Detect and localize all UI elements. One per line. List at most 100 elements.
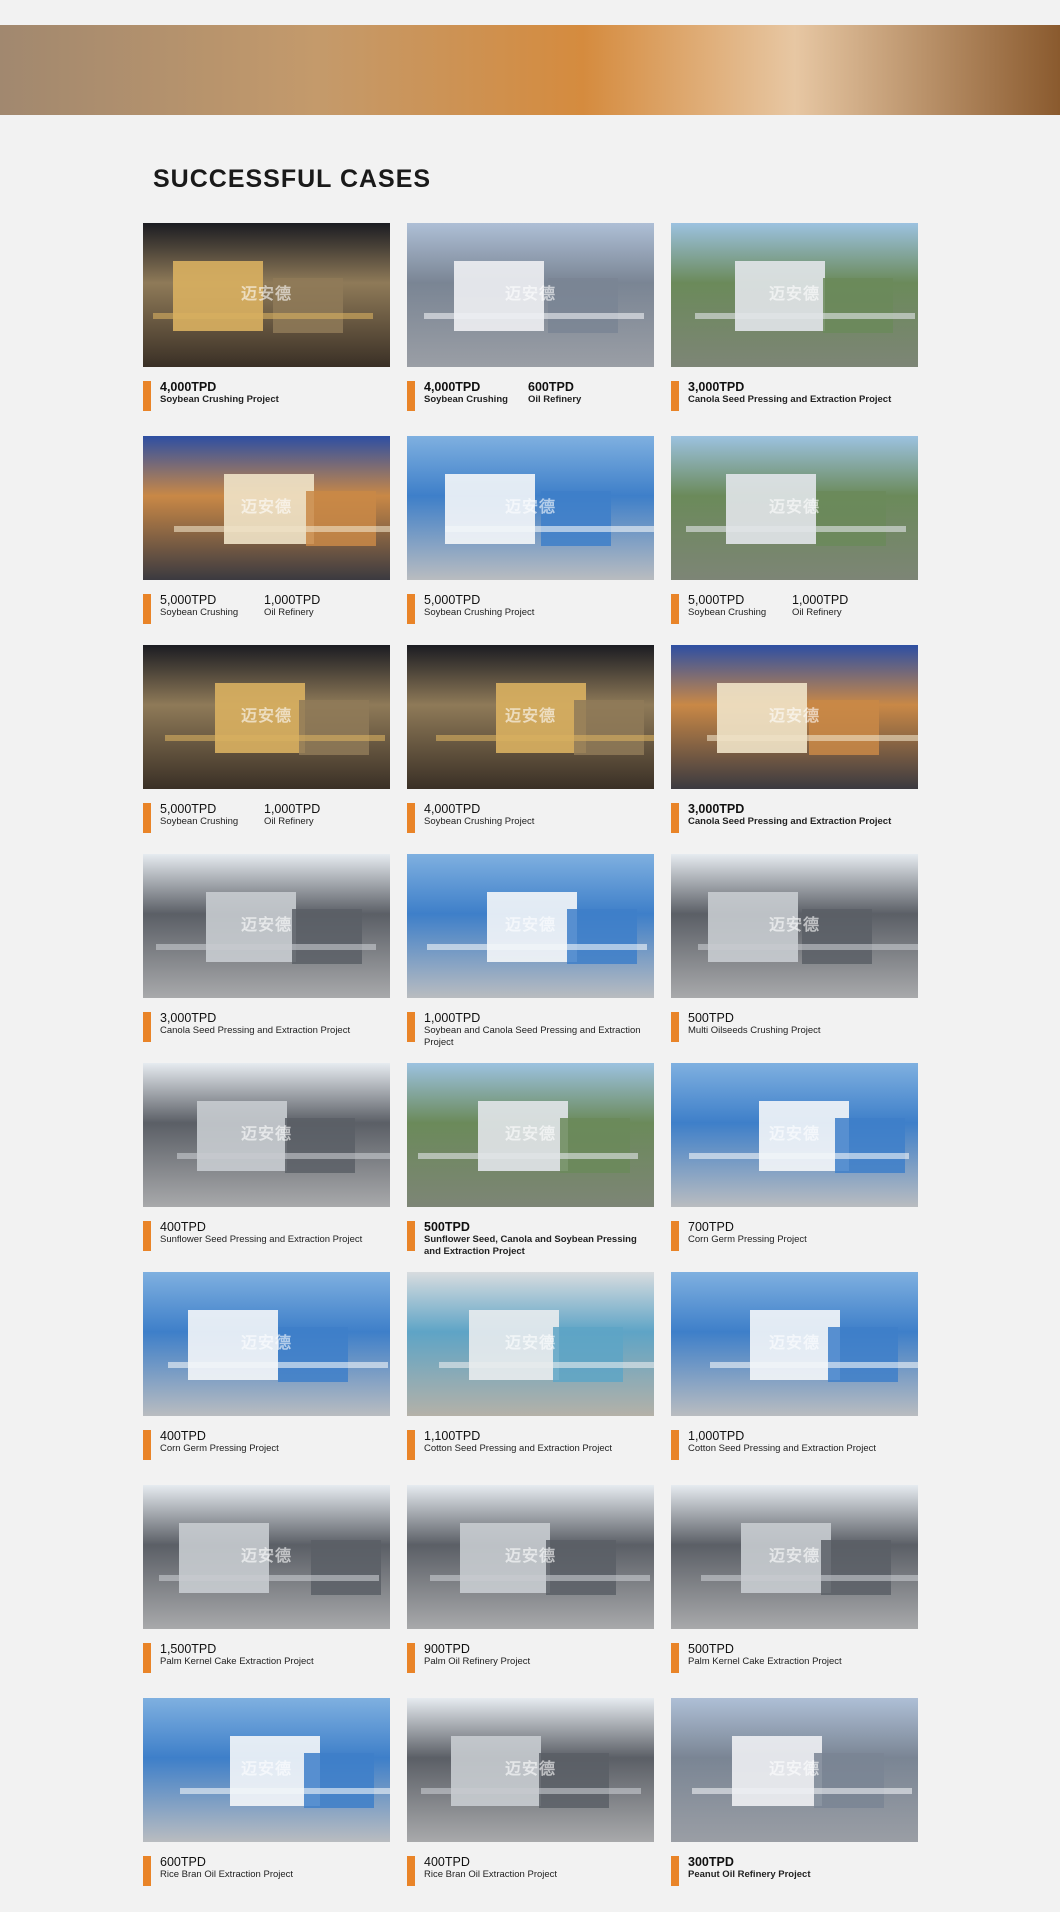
case-capacity: 600TPD	[528, 380, 574, 394]
case-project-name: Multi Oilseeds Crushing Project	[688, 1025, 821, 1036]
case-card[interactable]: 迈安德 4,000TPD Soybean Crushing 600TPD Oil Ref…	[407, 223, 654, 414]
photo-building	[828, 1327, 898, 1382]
case-photo[interactable]: 迈安德	[143, 1272, 390, 1416]
case-card[interactable]: 迈安德 500TPD Sunflower Seed, Canola and Soyb…	[407, 1063, 654, 1257]
case-card[interactable]: 迈安德 1,500TPD Palm Kernel Cake Extraction P…	[143, 1485, 390, 1676]
case-card[interactable]: 迈安德 1,000TPD Cotton Seed Pressing and Extr…	[671, 1272, 918, 1463]
case-card[interactable]: 迈安德 4,000TPD Soybean Crushing Project	[143, 223, 390, 414]
photo-building	[292, 909, 362, 964]
photo-building	[689, 1153, 909, 1159]
case-card[interactable]: 迈安德 300TPD Peanut Oil Refinery Project	[671, 1698, 918, 1889]
photo-building	[439, 1362, 654, 1368]
case-capacity: 500TPD	[424, 1220, 470, 1234]
top-banner	[0, 25, 1060, 115]
case-card[interactable]: 迈安德 600TPD Rice Bran Oil Extraction Projec…	[143, 1698, 390, 1889]
photo-building	[306, 491, 376, 546]
case-card[interactable]: 迈安德 900TPD Palm Oil Refinery Project	[407, 1485, 654, 1676]
case-card[interactable]: 迈安德 3,000TPD Canola Seed Pressing and Extr…	[143, 854, 390, 1045]
case-photo[interactable]: 迈安德	[143, 1698, 390, 1842]
case-photo[interactable]: 迈安德	[671, 223, 918, 367]
photo-building	[427, 944, 647, 950]
case-caption: 400TPD Rice Bran Oil Extraction Project	[407, 1855, 654, 1889]
case-capacity: 500TPD	[688, 1011, 734, 1025]
case-capacity: 300TPD	[688, 1855, 734, 1869]
photo-building	[177, 1153, 390, 1159]
case-photo[interactable]: 迈安德	[407, 854, 654, 998]
photo-building	[698, 944, 918, 950]
case-project-name: Oil Refinery	[264, 607, 314, 618]
case-photo[interactable]: 迈安德	[671, 645, 918, 789]
photo-building	[553, 1327, 623, 1382]
case-caption: 3,000TPD Canola Seed Pressing and Extract…	[143, 1011, 390, 1045]
case-photo[interactable]: 迈安德	[407, 1485, 654, 1629]
case-card[interactable]: 迈安德 1,100TPD Cotton Seed Pressing and Extr…	[407, 1272, 654, 1463]
photo-building	[567, 909, 637, 964]
case-photo[interactable]: 迈安德	[143, 1485, 390, 1629]
case-card[interactable]: 迈安德 3,000TPD Canola Seed Pressing and Extr…	[671, 223, 918, 414]
case-photo[interactable]: 迈安德	[143, 1063, 390, 1207]
case-project-name: Oil Refinery	[264, 816, 314, 827]
case-capacity: 3,000TPD	[688, 380, 745, 394]
case-project-name: Canola Seed Pressing and Extraction Proj…	[688, 394, 892, 405]
case-card[interactable]: 迈安德 1,000TPD Soybean and Canola Seed Press…	[407, 854, 654, 1048]
case-card[interactable]: 迈安德 500TPD Palm Kernel Cake Extraction Pro…	[671, 1485, 918, 1676]
case-card[interactable]: 迈安德 5,000TPD Soybean Crushing 1,000TPD Oil R…	[671, 436, 918, 627]
accent-bar	[407, 1221, 415, 1251]
accent-bar	[407, 1856, 415, 1886]
case-card[interactable]: 迈安德 400TPD Rice Bran Oil Extraction Projec…	[407, 1698, 654, 1889]
case-photo[interactable]: 迈安德	[407, 223, 654, 367]
case-capacity: 1,000TPD	[264, 802, 321, 816]
photo-building	[174, 526, 390, 532]
case-capacity: 3,000TPD	[688, 802, 745, 816]
cases-grid: 迈安德 4,000TPD Soybean Crushing Project 迈安德 4,…	[143, 223, 918, 1889]
case-photo[interactable]: 迈安德	[671, 854, 918, 998]
case-photo[interactable]: 迈安德	[671, 1698, 918, 1842]
case-project-name: Rice Bran Oil Extraction Project	[160, 1869, 294, 1880]
photo-building	[560, 1118, 630, 1173]
accent-bar	[671, 1856, 679, 1886]
case-photo[interactable]: 迈安德	[671, 1272, 918, 1416]
watermark-logo: 迈安德	[768, 917, 821, 935]
case-photo[interactable]: 迈安德	[143, 854, 390, 998]
case-photo[interactable]: 迈安德	[407, 1063, 654, 1207]
case-card[interactable]: 迈安德 400TPD Sunflower Seed Pressing and Ext…	[143, 1063, 390, 1254]
case-card[interactable]: 迈安德 5,000TPD Soybean Crushing 1,000TPD Oil R…	[143, 436, 390, 627]
case-capacity: 500TPD	[688, 1642, 734, 1656]
case-capacity: 1,000TPD	[688, 1429, 745, 1443]
case-card[interactable]: 迈安德 3,000TPD Canola Seed Pressing and Extr…	[671, 645, 918, 836]
case-photo[interactable]: 迈安德	[143, 223, 390, 367]
case-photo[interactable]: 迈安德	[671, 1063, 918, 1207]
photo-building	[835, 1118, 905, 1173]
case-caption: 1,000TPD Soybean and Canola Seed Pressing…	[407, 1011, 654, 1048]
case-capacity: 3,000TPD	[160, 1011, 217, 1025]
photo-building	[285, 1118, 355, 1173]
case-card[interactable]: 迈安德 700TPD Corn Germ Pressing Project	[671, 1063, 918, 1254]
watermark-logo: 迈安德	[504, 499, 557, 517]
case-photo[interactable]: 迈安德	[671, 1485, 918, 1629]
case-photo[interactable]: 迈安德	[407, 1272, 654, 1416]
photo-building	[692, 1788, 912, 1794]
case-photo[interactable]: 迈安德	[407, 1698, 654, 1842]
case-project-name: Peanut Oil Refinery Project	[688, 1869, 811, 1880]
case-project-name: Soybean Crushing Project	[424, 816, 535, 827]
accent-bar	[407, 594, 415, 624]
watermark-logo: 迈安德	[504, 286, 557, 304]
photo-building	[574, 700, 644, 755]
case-card[interactable]: 迈安德 5,000TPD Soybean Crushing 1,000TPD Oil R…	[143, 645, 390, 836]
case-card[interactable]: 迈安德 4,000TPD Soybean Crushing Project	[407, 645, 654, 836]
watermark-logo: 迈安德	[240, 499, 293, 517]
case-photo[interactable]: 迈安德	[143, 436, 390, 580]
case-card[interactable]: 迈安德 400TPD Corn Germ Pressing Project	[143, 1272, 390, 1463]
case-photo[interactable]: 迈安德	[407, 436, 654, 580]
accent-bar	[671, 594, 679, 624]
case-photo[interactable]: 迈安德	[671, 436, 918, 580]
case-card[interactable]: 迈安德 5,000TPD Soybean Crushing Project	[407, 436, 654, 627]
photo-building	[436, 735, 654, 741]
photo-building	[304, 1753, 374, 1808]
accent-bar	[407, 1430, 415, 1460]
accent-bar	[407, 803, 415, 833]
case-card[interactable]: 迈安德 500TPD Multi Oilseeds Crushing Project	[671, 854, 918, 1045]
case-photo[interactable]: 迈安德	[407, 645, 654, 789]
photo-building	[168, 1362, 388, 1368]
case-photo[interactable]: 迈安德	[143, 645, 390, 789]
